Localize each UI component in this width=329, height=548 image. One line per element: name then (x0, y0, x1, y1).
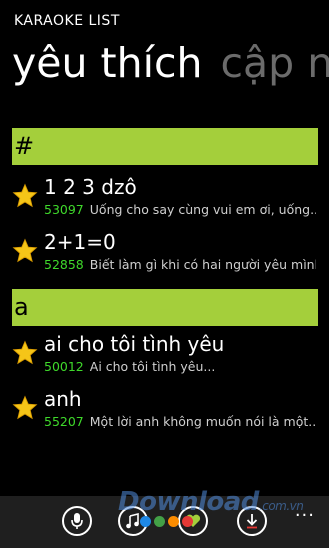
dot-decoration (168, 516, 179, 527)
microphone-icon (71, 513, 83, 529)
song-info: 55207 Một lời anh không muốn nói là một..… (44, 413, 316, 431)
song-title: ai cho tôi tình yêu (44, 332, 225, 356)
song-lyrics: Uống cho say cùng vui em ơi, uống... (89, 202, 316, 217)
microphone-button[interactable] (62, 506, 92, 536)
song-item[interactable]: 2+1=0 52858 Biết làm gì khi có hai người … (12, 230, 318, 278)
song-title: 2+1=0 (44, 230, 116, 254)
song-code: 55207 (44, 414, 84, 429)
app-title: KARAOKE LIST (14, 13, 120, 29)
dot-decoration (182, 516, 193, 527)
pivot-header: yêu thích cập n (12, 38, 329, 88)
song-item[interactable]: ai cho tôi tình yêu 50012 Ai cho tôi tình… (12, 332, 318, 380)
group-header-a[interactable]: a (12, 289, 318, 326)
song-item[interactable]: 1 2 3 dzô 53097 Uống cho say cùng vui em … (12, 175, 318, 223)
song-code: 50012 (44, 359, 84, 374)
song-code: 53097 (44, 202, 84, 217)
pivot-tab-updates[interactable]: cập n (221, 39, 329, 87)
song-lyrics: Một lời anh không muốn nói là một... (89, 414, 316, 429)
song-info: 50012 Ai cho tôi tình yêu... (44, 358, 316, 376)
star-icon[interactable] (12, 395, 38, 421)
watermark-text: Download (118, 487, 259, 517)
pivot-tab-favorites[interactable]: yêu thích (12, 39, 203, 87)
song-title: anh (44, 387, 82, 411)
song-lyrics: Biết làm gì khi có hai người yêu mình,..… (89, 257, 316, 272)
star-icon[interactable] (12, 183, 38, 209)
watermark-logo: Download.com.vn (118, 487, 304, 517)
group-header-hash[interactable]: # (12, 128, 318, 165)
dot-decoration (154, 516, 165, 527)
song-title: 1 2 3 dzô (44, 175, 137, 199)
watermark-domain: .com.vn (258, 499, 304, 513)
dot-decoration (140, 516, 151, 527)
star-icon[interactable] (12, 238, 38, 264)
song-info: 52858 Biết làm gì khi có hai người yêu mì… (44, 256, 316, 274)
song-item[interactable]: anh 55207 Một lời anh không muốn nói là m… (12, 387, 318, 435)
song-code: 52858 (44, 257, 84, 272)
song-lyrics: Ai cho tôi tình yêu... (89, 359, 216, 374)
star-icon[interactable] (12, 340, 38, 366)
song-info: 53097 Uống cho say cùng vui em ơi, uống..… (44, 201, 316, 219)
